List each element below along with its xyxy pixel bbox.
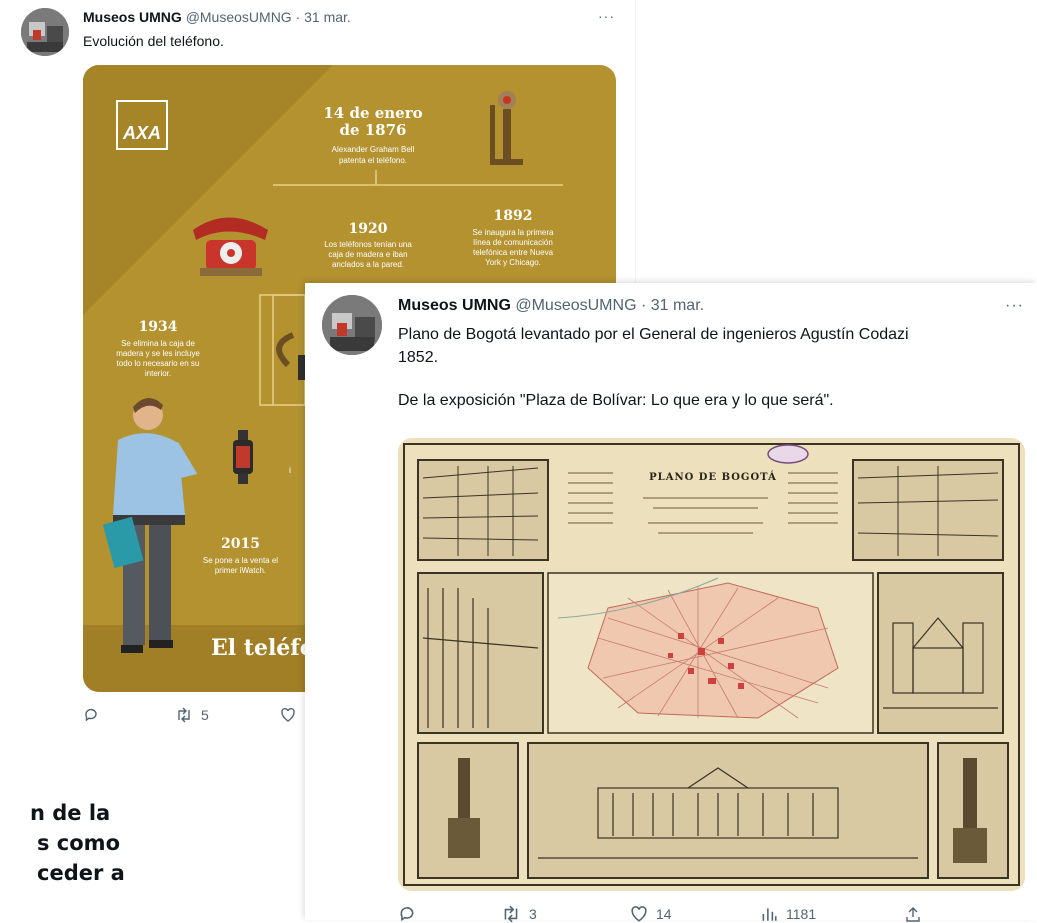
views-chart-icon	[762, 908, 777, 921]
tweet-text-line-2: 1852.	[398, 349, 439, 366]
item-text: Los teléfonos tenían una	[324, 240, 412, 249]
timeline-item-1876: 14 de enero de 1876 Alexander Graham Bel…	[293, 105, 453, 166]
tweet-text: Evolución del teléfono.	[83, 33, 224, 49]
item-text-4: York y Chicago.	[485, 258, 541, 267]
item-text-2: caja de madera e iban	[328, 250, 408, 259]
reply-button[interactable]	[83, 707, 107, 723]
heart-icon	[631, 906, 647, 922]
item-title-2: de 1876	[339, 121, 407, 139]
article-line-3: ceder a	[37, 861, 125, 885]
item-title: 2015	[221, 536, 260, 552]
item-text-3: telefónica entre Nueva	[472, 248, 554, 257]
like-button[interactable]	[280, 707, 304, 723]
item-text: Alexander Graham Bell	[331, 145, 415, 154]
more-options-icon[interactable]: ···	[1005, 297, 1024, 315]
item-text-2: madera y se les incluye	[116, 349, 200, 358]
retweet-icon	[504, 905, 518, 923]
axa-logo: AXA	[116, 100, 168, 150]
article-line-2: s como	[37, 831, 120, 855]
avatar[interactable]	[322, 295, 382, 355]
timeline-item-1920: 1920 Los teléfonos tenían una caja de ma…	[293, 220, 443, 270]
tweet-plano-bogota[interactable]: Museos UMNG @MuseosUMNG · 31 mar. ··· Pl…	[305, 283, 1037, 923]
retweet-button[interactable]: 3	[501, 905, 537, 923]
share-button[interactable]	[905, 905, 921, 923]
reply-icon	[400, 907, 414, 922]
axa-logo-text: AXA	[122, 123, 161, 143]
item-text-2: primer iWatch.	[214, 566, 267, 575]
item-text: Se pone a la venta el	[202, 556, 279, 565]
item-text-2: línea de comunicación	[473, 238, 553, 247]
timeline-item-2015: 2015 Se pone a la venta el primer iWatch…	[178, 535, 303, 576]
reply-icon	[85, 708, 97, 722]
item-text: Se inaugura la primera	[472, 228, 554, 237]
map-image[interactable]: PLANO DE BOGOTÁ	[398, 438, 1025, 891]
retweet-button[interactable]: 5	[175, 707, 209, 723]
user-name[interactable]: Museos UMNG	[398, 297, 511, 314]
tweet-text: Plano de Bogotá levantado por el General…	[398, 323, 1028, 412]
user-handle-date[interactable]: @MuseosUMNG · 31 mar.	[186, 9, 351, 25]
item-title: 14 de enero	[323, 104, 423, 122]
retweet-icon	[178, 707, 190, 723]
retweet-count: 5	[201, 707, 209, 723]
views-button[interactable]: 1181	[760, 905, 816, 923]
like-button[interactable]: 14	[630, 905, 672, 923]
item-text-4: interior.	[144, 369, 172, 378]
item-text-2: patenta el teléfono.	[338, 156, 408, 165]
item-text: Se elimina la caja de	[121, 339, 195, 348]
reply-button[interactable]	[398, 905, 424, 923]
item-title: 1934	[138, 319, 178, 335]
item-title: 1920	[348, 221, 388, 237]
user-name[interactable]: Museos UMNG	[83, 9, 182, 25]
avatar[interactable]	[21, 8, 69, 56]
avatar-image	[322, 295, 382, 355]
more-options-icon[interactable]: ···	[598, 8, 615, 24]
map-title: PLANO DE BOGOTÁ	[649, 472, 777, 483]
infographic-footer-title: El teléfo	[211, 635, 315, 661]
heart-icon	[281, 707, 295, 722]
share-icon	[906, 907, 920, 922]
item-text-3: todo lo necesario en su	[116, 359, 200, 368]
partial-text: i	[289, 465, 291, 475]
article-line-1: n de la	[30, 801, 111, 825]
avatar-image	[21, 8, 69, 56]
item-title: 1892	[493, 208, 533, 224]
tweet-text-line-1: Plano de Bogotá levantado por el General…	[398, 326, 909, 343]
map-illustration	[398, 438, 1025, 891]
tweet-text-line-3: De la exposición "Plaza de Bolívar: Lo q…	[398, 392, 834, 409]
timeline-item-1934: 1934 Se elimina la caja de madera y se l…	[98, 318, 218, 379]
item-text-3: anclados a la pared.	[331, 260, 405, 269]
timeline-item-1892: 1892 Se inaugura la primera línea de com…	[453, 207, 573, 268]
user-handle-date[interactable]: @MuseosUMNG · 31 mar.	[515, 297, 704, 314]
background-article-text: n de la s como ceder a	[0, 798, 200, 888]
